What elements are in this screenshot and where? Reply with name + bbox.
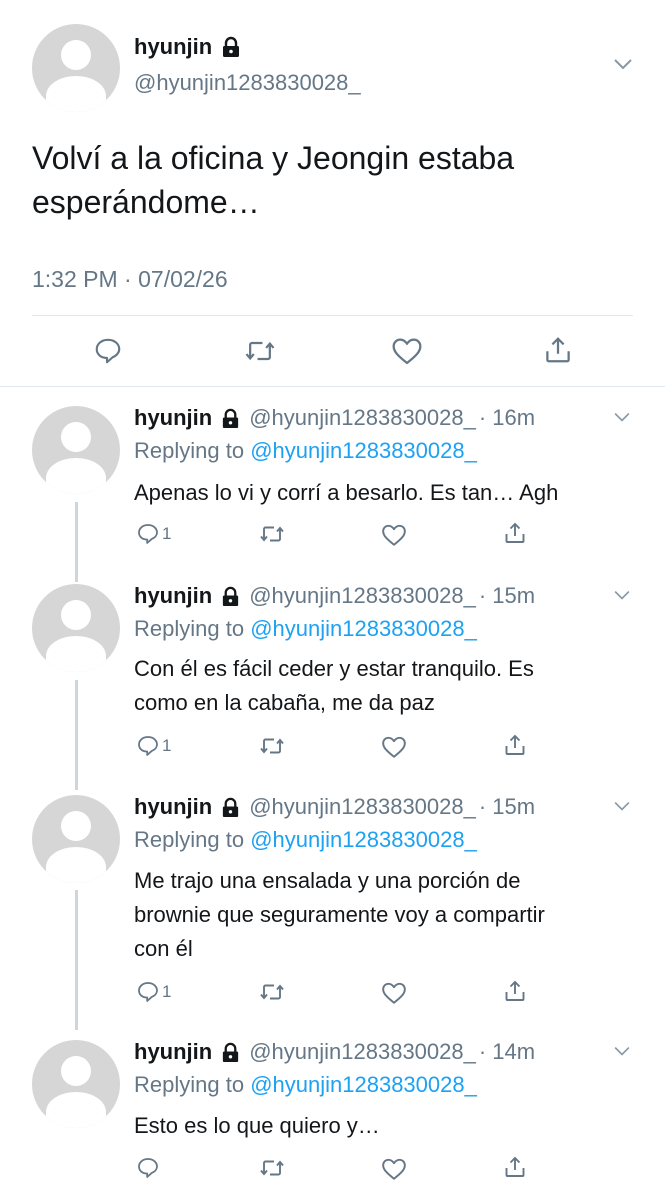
reply-action[interactable] bbox=[136, 1156, 162, 1180]
reply-header: hyunjin @hyunjin1283830028_ · 15m bbox=[134, 583, 535, 609]
reply-header: hyunjin @hyunjin1283830028_ · 15m bbox=[134, 794, 535, 820]
replying-to: Replying to @hyunjin1283830028_ bbox=[134, 616, 477, 642]
reply-age: · 15m bbox=[478, 583, 536, 608]
author-name[interactable]: hyunjin bbox=[134, 794, 212, 820]
tweet-text: Volví a la oficina y Jeongin estaba espe… bbox=[32, 136, 514, 224]
reply-age: · 15m bbox=[478, 794, 536, 819]
author-handle[interactable]: @hyunjin1283830028_ bbox=[249, 583, 476, 609]
like-icon[interactable] bbox=[381, 735, 407, 759]
chevron-down-icon[interactable] bbox=[612, 57, 634, 71]
replying-to-label: Replying to bbox=[134, 438, 245, 463]
reply-action[interactable]: 1 bbox=[136, 734, 171, 758]
replying-to: Replying to @hyunjin1283830028_ bbox=[134, 827, 477, 853]
author-name[interactable]: hyunjin bbox=[134, 405, 212, 431]
chevron-down-icon[interactable] bbox=[612, 411, 632, 423]
reply-text-line: con él bbox=[134, 936, 193, 961]
reply-icon[interactable] bbox=[93, 336, 123, 366]
reply-icon bbox=[138, 1158, 158, 1178]
author-handle[interactable]: @hyunjin1283830028_ bbox=[249, 1039, 476, 1065]
retweet-icon[interactable] bbox=[258, 734, 286, 758]
like-icon[interactable] bbox=[381, 1157, 407, 1181]
lock-icon bbox=[223, 586, 239, 606]
reply-age: · 14m bbox=[478, 1039, 536, 1064]
reply-text: Con él es fácil ceder y estar tranquilo.… bbox=[134, 652, 644, 720]
reply-text: Apenas lo vi y corrí a besarlo. Es tan… … bbox=[134, 476, 644, 510]
reply-header: hyunjin @hyunjin1283830028_ · 16m bbox=[134, 405, 535, 431]
replying-to-link[interactable]: @hyunjin1283830028_ bbox=[250, 827, 477, 852]
divider bbox=[32, 315, 633, 316]
retweet-icon[interactable] bbox=[244, 336, 276, 366]
author-handle[interactable]: @hyunjin1283830028_ bbox=[249, 794, 476, 820]
share-icon[interactable] bbox=[503, 1155, 527, 1179]
share-icon[interactable] bbox=[503, 979, 527, 1003]
like-icon[interactable] bbox=[381, 523, 407, 547]
reply-text: Esto es lo que quiero y… bbox=[134, 1109, 644, 1143]
share-icon[interactable] bbox=[543, 335, 573, 365]
reply-text-line: Con él es fácil ceder y estar tranquilo.… bbox=[134, 656, 534, 681]
lock-icon bbox=[223, 1042, 239, 1062]
like-icon[interactable] bbox=[381, 981, 407, 1005]
like-icon[interactable] bbox=[391, 336, 423, 366]
avatar[interactable] bbox=[32, 406, 120, 494]
retweet-icon[interactable] bbox=[258, 522, 286, 546]
retweet-icon[interactable] bbox=[258, 1156, 286, 1180]
share-icon[interactable] bbox=[503, 521, 527, 545]
divider bbox=[0, 386, 665, 387]
tweet-text-line: Volví a la oficina y Jeongin estaba bbox=[32, 140, 515, 176]
chevron-down-icon[interactable] bbox=[612, 800, 632, 812]
avatar[interactable] bbox=[32, 24, 120, 112]
reply-count: 1 bbox=[162, 524, 172, 543]
lock-icon bbox=[223, 408, 239, 428]
replying-to-link[interactable]: @hyunjin1283830028_ bbox=[250, 438, 477, 463]
avatar[interactable] bbox=[32, 1040, 120, 1128]
timestamp-separator: · bbox=[124, 266, 132, 292]
replying-to-label: Replying to bbox=[134, 827, 245, 852]
tweet-date: 07/02/26 bbox=[138, 266, 228, 292]
tweet-time: 1:32 PM bbox=[32, 266, 118, 292]
author-name[interactable]: hyunjin bbox=[134, 34, 212, 60]
reply-text-line: Esto es lo que quiero y… bbox=[134, 1113, 380, 1138]
tweet-text-line: esperándome… bbox=[32, 184, 260, 220]
reply-text-line: como en la cabaña, me da paz bbox=[134, 690, 435, 715]
reply-icon bbox=[138, 524, 158, 544]
replying-to-label: Replying to bbox=[134, 616, 245, 641]
chevron-down-icon[interactable] bbox=[612, 589, 632, 601]
author-name-row: hyunjin bbox=[134, 34, 242, 60]
reply-icon bbox=[138, 982, 158, 1002]
reply-action[interactable]: 1 bbox=[136, 980, 171, 1004]
replying-to: Replying to @hyunjin1283830028_ bbox=[134, 438, 477, 464]
reply-count: 1 bbox=[162, 982, 172, 1001]
author-handle[interactable]: @hyunjin1283830028_ bbox=[134, 70, 361, 96]
reply-text-line: brownie que seguramente voy a compartir bbox=[134, 902, 545, 927]
thread-line bbox=[75, 502, 78, 582]
reply-count: 1 bbox=[162, 736, 172, 755]
chevron-down-icon[interactable] bbox=[612, 1045, 632, 1057]
avatar[interactable] bbox=[32, 795, 120, 883]
lock-icon bbox=[223, 36, 240, 57]
thread-line bbox=[75, 890, 78, 1030]
reply-text-line: Apenas lo vi y corrí a besarlo. Es tan… … bbox=[134, 480, 559, 505]
author-name[interactable]: hyunjin bbox=[134, 583, 212, 609]
reply-icon bbox=[138, 736, 158, 756]
reply-age: · 16m bbox=[478, 405, 536, 430]
share-icon[interactable] bbox=[503, 733, 527, 757]
replying-to-label: Replying to bbox=[134, 1072, 245, 1097]
avatar[interactable] bbox=[32, 584, 120, 672]
replying-to-link[interactable]: @hyunjin1283830028_ bbox=[250, 616, 477, 641]
lock-icon bbox=[223, 797, 239, 817]
reply-text: Me trajo una ensalada y una porción de b… bbox=[134, 864, 644, 966]
author-handle[interactable]: @hyunjin1283830028_ bbox=[249, 405, 476, 431]
author-name[interactable]: hyunjin bbox=[134, 1039, 212, 1065]
reply-action[interactable]: 1 bbox=[136, 522, 171, 546]
tweet-timestamp[interactable]: 1:32 PM · 07/02/26 bbox=[32, 266, 228, 293]
replying-to-link[interactable]: @hyunjin1283830028_ bbox=[250, 1072, 477, 1097]
retweet-icon[interactable] bbox=[258, 980, 286, 1004]
replying-to: Replying to @hyunjin1283830028_ bbox=[134, 1072, 477, 1098]
thread-line bbox=[75, 680, 78, 790]
reply-header: hyunjin @hyunjin1283830028_ · 14m bbox=[134, 1039, 535, 1065]
reply-text-line: Me trajo una ensalada y una porción de bbox=[134, 868, 521, 893]
